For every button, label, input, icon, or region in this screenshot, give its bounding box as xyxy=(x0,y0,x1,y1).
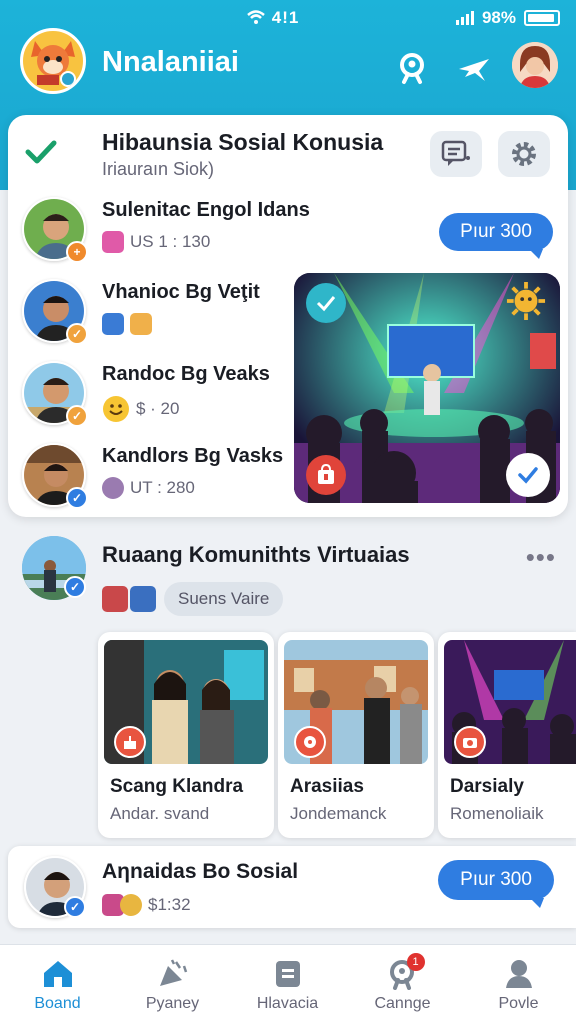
mini-thumb-icon xyxy=(120,894,142,916)
suggested-verified-badge: ✓ xyxy=(64,896,86,918)
tile-title: Darsialy xyxy=(450,776,524,797)
check-icon xyxy=(25,140,57,164)
cake-icon xyxy=(114,726,146,758)
location-search-icon: 1 xyxy=(385,953,425,991)
camera-icon xyxy=(454,726,486,758)
member-badge: + xyxy=(66,241,88,263)
member-thumb-icon xyxy=(130,586,156,612)
member-row[interactable]: ✓ Randoc Bg Veaks $ · 20 xyxy=(22,361,302,431)
reaction-icon xyxy=(102,231,124,253)
tile-subtitle: Romenoliaik xyxy=(450,804,544,823)
mini-avatar-icon xyxy=(102,477,124,499)
join-button[interactable]: Pıur 300 xyxy=(438,860,554,908)
join-button[interactable]: Pıur 300 xyxy=(439,213,553,259)
nav-povle[interactable]: Povle xyxy=(461,945,576,1024)
battery-percent: 98% xyxy=(481,8,516,27)
wifi-icon xyxy=(247,10,265,24)
member-meta: UT : 280 xyxy=(102,477,195,499)
notification-badge: 1 xyxy=(406,953,425,971)
community-chip[interactable]: Suens Vaire xyxy=(164,582,284,616)
community-verified-badge: ✓ xyxy=(64,576,86,598)
app-title: Nnalaniiai xyxy=(102,46,239,78)
member-meta xyxy=(102,313,158,335)
verified-tag-icon xyxy=(306,283,346,323)
member-meta: US 1 : 130 xyxy=(102,231,210,253)
nav-hlavacia[interactable]: Hlavacia xyxy=(230,945,345,1024)
group-subtitle: Iriauraın Siok) xyxy=(102,159,215,179)
sun-sticker-icon xyxy=(506,281,546,321)
community-tile[interactable]: Scang Klandra Andar. svand xyxy=(98,632,274,838)
plane-icon xyxy=(459,59,489,81)
profile-avatar[interactable] xyxy=(512,42,558,88)
member-badge: ✓ xyxy=(66,487,88,509)
party-icon xyxy=(155,957,191,991)
share-button[interactable] xyxy=(452,46,496,90)
member-row[interactable]: ✓ Kandlors Bg Vasks UT : 280 xyxy=(22,443,302,513)
home-icon xyxy=(40,957,76,991)
search-person-icon xyxy=(400,53,424,84)
member-badge: ✓ xyxy=(66,323,88,345)
user-avatar-image xyxy=(512,42,558,88)
chat-button[interactable] xyxy=(430,131,482,177)
select-check-icon[interactable] xyxy=(506,453,550,497)
document-icon xyxy=(270,957,306,991)
status-right: 98% xyxy=(455,8,560,28)
member-meta: $ · 20 xyxy=(102,395,179,423)
group-card: Hibaunsia Sosial Konusia Iriauraın Siok)… xyxy=(8,115,568,517)
nav-board[interactable]: Boand xyxy=(0,945,115,1024)
group-title: Hibaunsia Sosial Konusia xyxy=(102,129,384,155)
chat-icon xyxy=(441,140,470,166)
suggested-meta: $1:32 xyxy=(102,894,191,916)
gallery-icon xyxy=(130,313,152,335)
member-row[interactable]: + Sulenitac Engol Idans US 1 : 130 xyxy=(22,197,310,267)
more-options-icon[interactable]: ••• xyxy=(526,542,556,573)
smile-emoji-icon xyxy=(103,396,129,422)
gear-icon xyxy=(512,142,536,166)
community-section: ✓ Ruaang Komunithts Virtuaias ••• Suens … xyxy=(0,530,576,630)
profile-icon xyxy=(501,957,537,991)
search-button[interactable] xyxy=(390,46,434,90)
bottom-navigation: Boand Pyaney Hlavacia 1 Cannge Povle xyxy=(0,944,576,1024)
app-logo xyxy=(20,28,86,94)
tile-subtitle: Jondemanck xyxy=(290,804,387,823)
member-name: Sulenitac Engol Idans xyxy=(102,199,310,221)
nav-cannge[interactable]: 1 Cannge xyxy=(345,945,460,1024)
facebook-icon xyxy=(102,313,124,335)
member-thumb-icon xyxy=(102,586,128,612)
community-title: Ruaang Komunithts Virtuaias xyxy=(102,542,410,567)
member-name: Randoc Bg Veaks xyxy=(102,363,270,385)
status-bar: 4!1 98% xyxy=(0,6,576,30)
nav-pyaney[interactable]: Pyaney xyxy=(115,945,230,1024)
signal-icon xyxy=(455,11,474,25)
event-photo[interactable] xyxy=(294,273,560,503)
suggested-name: Aηnaidas Bo Sosial xyxy=(102,860,299,883)
member-badge: ✓ xyxy=(66,405,88,427)
tile-title: Scang Klandra xyxy=(110,776,244,797)
community-tile[interactable]: Darsialy Romenoliaik xyxy=(438,632,576,838)
settings-button[interactable] xyxy=(498,131,550,177)
member-name: Vhanioc Bg Veţit xyxy=(102,281,260,303)
battery-icon xyxy=(524,10,560,26)
community-tiles: Scang Klandra Andar. svand Arasiias Jond… xyxy=(98,632,576,838)
member-name: Kandlors Bg Vasks xyxy=(102,445,284,467)
tag-icon xyxy=(294,726,326,758)
status-center: 4!1 xyxy=(246,8,299,28)
member-row[interactable]: ✓ Vhanioc Bg Veţit xyxy=(22,279,302,349)
community-tile[interactable]: Arasiias Jondemanck xyxy=(278,632,434,838)
tile-subtitle: Andar. svand xyxy=(110,804,210,823)
shopping-bag-icon[interactable] xyxy=(306,455,346,495)
suggested-card[interactable]: ✓ Aηnaidas Bo Sosial $1:32 Pıur 300 xyxy=(8,846,576,928)
tile-title: Arasiias xyxy=(290,776,364,797)
fox-mascot-icon xyxy=(31,41,76,87)
